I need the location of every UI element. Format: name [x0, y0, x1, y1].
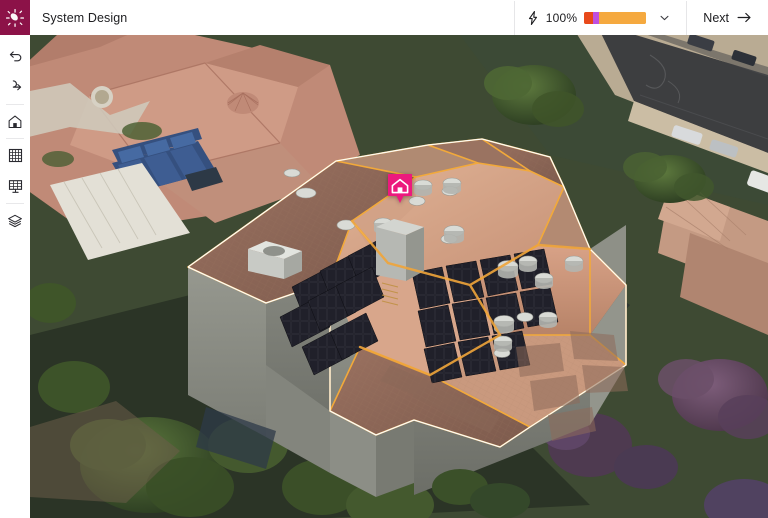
property-marker[interactable]	[386, 172, 414, 206]
grid-icon	[8, 148, 22, 163]
lightning-bolt-icon	[528, 10, 537, 25]
redo-arrow-icon	[12, 80, 21, 91]
redo-button[interactable]	[0, 72, 30, 103]
energy-segment-bar[interactable]	[584, 11, 647, 24]
aerial-3d-scene	[30, 35, 768, 518]
header-controls: 100% Next	[513, 0, 768, 35]
sidebar-divider-2	[6, 138, 24, 139]
home-button[interactable]	[0, 106, 30, 137]
home-icon	[8, 115, 22, 128]
app-body	[0, 35, 768, 518]
page-title: System Design	[42, 10, 128, 25]
solar-panel-button[interactable]	[0, 171, 30, 202]
home-pin-icon	[387, 173, 412, 203]
next-button-label: Next	[703, 10, 729, 25]
energy-offset-control[interactable]: 100%	[515, 0, 687, 35]
undo-button[interactable]	[0, 41, 30, 72]
solar-panel-icon	[8, 180, 22, 193]
map-viewport-3d[interactable]	[30, 35, 768, 518]
undo-arrow-icon	[9, 51, 21, 62]
app-header: System Design 100% Next	[0, 0, 768, 35]
arrow-right-icon	[737, 12, 751, 23]
grid-button[interactable]	[0, 140, 30, 171]
tool-sidebar	[0, 35, 30, 518]
next-button[interactable]: Next	[687, 0, 758, 35]
system-design-app: System Design 100% Next	[0, 0, 768, 518]
energy-dropdown-button[interactable]	[653, 0, 675, 35]
production-segment	[598, 11, 647, 24]
chevron-down-icon	[660, 15, 669, 20]
layers-button[interactable]	[0, 205, 30, 236]
layers-icon	[8, 214, 22, 227]
sidebar-divider-3	[6, 203, 24, 204]
sidebar-divider-1	[6, 104, 24, 105]
sun-burst-logo-icon	[6, 8, 24, 27]
consumption-segment	[584, 11, 593, 24]
app-logo[interactable]	[0, 0, 30, 35]
energy-percent-label: 100%	[545, 10, 578, 25]
